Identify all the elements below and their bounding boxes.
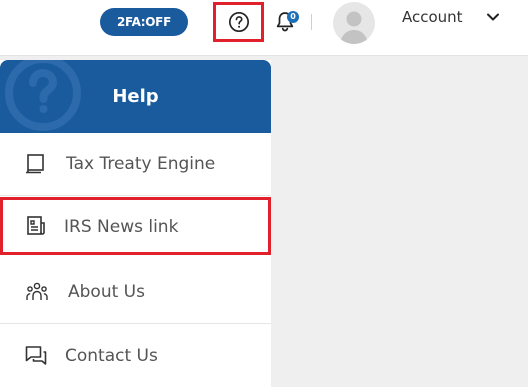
- top-bar: 2FA:OFF 0 Account: [0, 0, 528, 56]
- help-dropdown: Help Tax Treaty Engine IRS News link Abo…: [0, 60, 271, 387]
- chevron-down-icon[interactable]: [486, 12, 500, 22]
- newspaper-icon: [27, 216, 45, 235]
- menu-item-tax-treaty-engine[interactable]: Tax Treaty Engine: [0, 133, 271, 196]
- help-button[interactable]: [213, 2, 264, 42]
- notification-count-badge: 0: [287, 11, 299, 23]
- help-header: Help: [0, 60, 271, 133]
- help-title: Help: [112, 86, 159, 107]
- user-silhouette-icon: [340, 11, 368, 44]
- notebook-icon: [26, 154, 44, 174]
- menu-item-irs-news-link[interactable]: IRS News link: [0, 197, 271, 255]
- divider: [311, 14, 312, 30]
- menu-item-about-us[interactable]: About Us: [0, 261, 271, 324]
- twofa-status-button[interactable]: 2FA:OFF: [100, 8, 188, 36]
- account-menu-label[interactable]: Account: [402, 8, 463, 26]
- menu-item-contact-us[interactable]: Contact Us: [0, 325, 271, 387]
- chat-icon: [25, 346, 47, 365]
- menu-item-label: Tax Treaty Engine: [66, 154, 216, 174]
- menu-item-label: About Us: [68, 282, 145, 302]
- menu-item-label: Contact Us: [65, 346, 158, 366]
- menu-item-label: IRS News link: [64, 217, 179, 237]
- people-icon: [26, 282, 48, 300]
- avatar[interactable]: [333, 2, 375, 44]
- question-circle-icon: [228, 12, 249, 32]
